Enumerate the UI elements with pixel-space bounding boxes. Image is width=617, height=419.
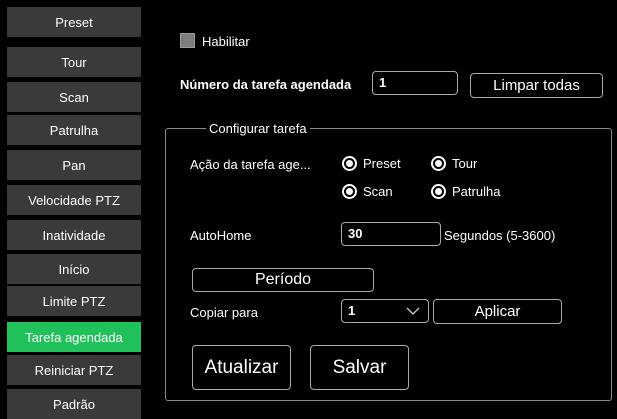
radio-patrulha-indicator (431, 184, 446, 199)
clear-all-button[interactable]: Limpar todas (470, 73, 603, 98)
sidebar-item-pan[interactable]: Pan (7, 150, 141, 180)
sidebar-item-padrao[interactable]: Padrão (7, 389, 141, 419)
enable-label: Habilitar (202, 34, 250, 49)
sidebar-item-patrulha[interactable]: Patrulha (7, 115, 141, 145)
radio-scan[interactable]: Scan (342, 184, 393, 199)
task-number-input[interactable]: 1 (372, 71, 458, 95)
sidebar-item-preset[interactable]: Preset (7, 7, 141, 37)
radio-patrulha[interactable]: Patrulha (431, 184, 500, 199)
apply-button[interactable]: Aplicar (433, 299, 562, 324)
copy-to-value: 1 (348, 303, 356, 318)
radio-tour-indicator (431, 156, 446, 171)
sidebar-item-tarefa-agendada[interactable]: Tarefa agendada (7, 322, 141, 352)
sidebar-item-limite-ptz[interactable]: Limite PTZ (7, 286, 141, 316)
refresh-button[interactable]: Atualizar (192, 345, 291, 390)
chevron-down-icon (406, 307, 420, 315)
autohome-input[interactable]: 30 (341, 222, 441, 246)
sidebar-item-inicio[interactable]: Início (7, 254, 141, 284)
action-label: Ação da tarefa age... (190, 157, 311, 172)
copy-to-select[interactable]: 1 (341, 299, 429, 323)
radio-preset-label: Preset (363, 156, 401, 171)
configure-task-legend: Configurar tarefa (209, 121, 307, 136)
sidebar-item-velocidade-ptz[interactable]: Velocidade PTZ (7, 185, 141, 215)
save-button[interactable]: Salvar (310, 345, 409, 390)
radio-tour-label: Tour (452, 156, 478, 171)
enable-checkbox[interactable] (180, 33, 195, 48)
radio-preset[interactable]: Preset (342, 156, 401, 171)
sidebar-item-scan[interactable]: Scan (7, 82, 141, 112)
radio-scan-indicator (342, 184, 357, 199)
main-panel: Habilitar Número da tarefa agendada 1 Li… (146, 0, 617, 419)
radio-patrulha-label: Patrulha (452, 184, 501, 199)
sidebar: Preset Tour Scan Patrulha Pan Velocidade… (0, 0, 146, 419)
period-button[interactable]: Período (192, 268, 374, 292)
radio-scan-label: Scan (363, 184, 393, 199)
radio-tour[interactable]: Tour (431, 156, 477, 171)
sidebar-item-inatividade[interactable]: Inatividade (7, 220, 141, 250)
sidebar-item-tour[interactable]: Tour (7, 47, 141, 77)
radio-preset-indicator (342, 156, 357, 171)
sidebar-item-reiniciar-ptz[interactable]: Reiniciar PTZ (7, 355, 141, 385)
autohome-unit: Segundos (5-3600) (444, 228, 556, 243)
autohome-label: AutoHome (190, 228, 252, 243)
task-number-label: Número da tarefa agendada (180, 77, 352, 92)
copy-to-label: Copiar para (190, 305, 258, 320)
